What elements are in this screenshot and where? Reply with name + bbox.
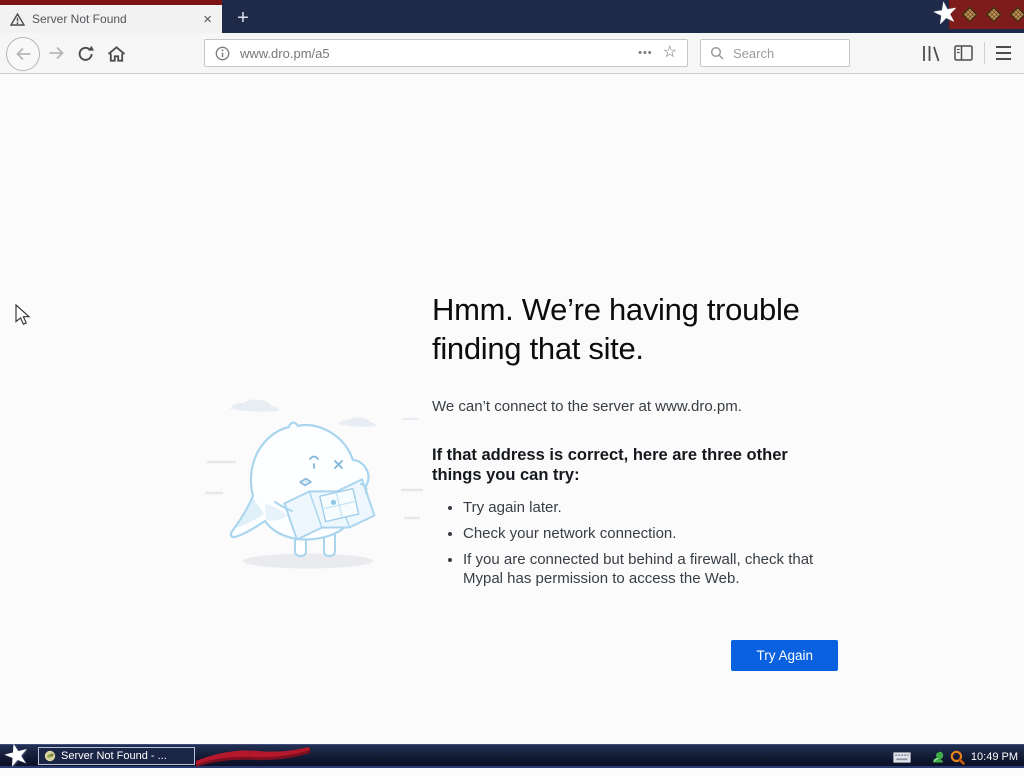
back-arrow-icon bbox=[15, 47, 30, 61]
suggestion-item: Check your network connection. bbox=[463, 524, 838, 543]
maximize-button[interactable] bbox=[985, 6, 1002, 23]
minimize-button[interactable] bbox=[961, 6, 978, 23]
taskbar-task-button[interactable]: Server Not Found - ... bbox=[38, 747, 195, 765]
sidebar-button[interactable] bbox=[952, 45, 974, 61]
suggestion-item: If you are connected but behind a firewa… bbox=[463, 550, 838, 588]
home-button[interactable] bbox=[105, 45, 127, 62]
error-message: We can’t connect to the server at www.dr… bbox=[432, 398, 742, 415]
suggestion-list: Try again later. Check your network conn… bbox=[432, 498, 838, 588]
navigation-toolbar: ••• ☆ bbox=[0, 33, 1024, 74]
button-row: Try Again bbox=[432, 640, 838, 671]
mypal-logo-icon bbox=[44, 750, 56, 762]
bookmark-star-icon[interactable]: ☆ bbox=[663, 45, 677, 61]
new-tab-button[interactable]: + bbox=[228, 5, 258, 33]
suggestion-item: Try again later. bbox=[463, 498, 838, 517]
tab-title: Server Not Found bbox=[32, 12, 127, 26]
site-info-icon[interactable] bbox=[215, 46, 230, 61]
page-actions-button[interactable]: ••• bbox=[638, 47, 653, 59]
task-button-label: Server Not Found - ... bbox=[61, 750, 167, 762]
url-bar[interactable]: ••• ☆ bbox=[204, 39, 688, 67]
search-icon bbox=[710, 46, 724, 60]
menu-button[interactable] bbox=[992, 46, 1014, 60]
tray-keyboard-icon[interactable] bbox=[892, 751, 911, 763]
close-button[interactable] bbox=[1009, 6, 1024, 23]
error-page: Hmm. We’re having trouble finding that s… bbox=[0, 74, 1024, 744]
flag-decoration bbox=[196, 747, 312, 772]
advice-heading: If that address is correct, here are thr… bbox=[432, 446, 788, 484]
tray-magnifier-icon[interactable] bbox=[950, 750, 965, 765]
mouse-cursor bbox=[12, 303, 32, 331]
taskbar-clock[interactable]: 10:49 PM bbox=[971, 751, 1018, 763]
lost-creature-illustration bbox=[203, 394, 425, 584]
error-heading: Hmm. We’re having trouble finding that s… bbox=[432, 292, 800, 366]
system-tray: 10:49 PM bbox=[892, 745, 1020, 769]
tray-status-icon[interactable] bbox=[931, 751, 944, 764]
toolbar-divider bbox=[984, 42, 985, 64]
reload-button[interactable] bbox=[76, 44, 96, 62]
hamburger-icon bbox=[995, 46, 1011, 48]
search-input[interactable] bbox=[731, 44, 849, 62]
tab-close-button[interactable]: × bbox=[201, 12, 214, 27]
search-bar[interactable] bbox=[700, 39, 850, 67]
back-button[interactable] bbox=[6, 37, 40, 71]
screen: Server Not Found × + ★ www.dro.pm/a5 •••… bbox=[0, 0, 1024, 775]
titlebar: Server Not Found × + ★ bbox=[0, 0, 1024, 33]
forward-button[interactable] bbox=[46, 45, 66, 61]
warning-icon bbox=[10, 12, 25, 26]
library-icon bbox=[922, 46, 939, 62]
home-icon bbox=[107, 45, 125, 62]
url-input[interactable] bbox=[238, 44, 631, 62]
reload-icon bbox=[78, 45, 94, 61]
taskbar: ★ Server Not Found - ... 10:49 PM bbox=[0, 736, 1024, 775]
library-button[interactable] bbox=[920, 45, 942, 62]
forward-arrow-icon bbox=[49, 46, 64, 60]
titlebar-star-icon: ★ bbox=[929, 0, 962, 33]
sidebar-icon bbox=[953, 45, 973, 61]
error-column: Hmm. We’re having trouble finding that s… bbox=[432, 290, 838, 671]
tab-server-not-found[interactable]: Server Not Found × bbox=[0, 5, 222, 33]
try-again-button[interactable]: Try Again bbox=[731, 640, 838, 671]
